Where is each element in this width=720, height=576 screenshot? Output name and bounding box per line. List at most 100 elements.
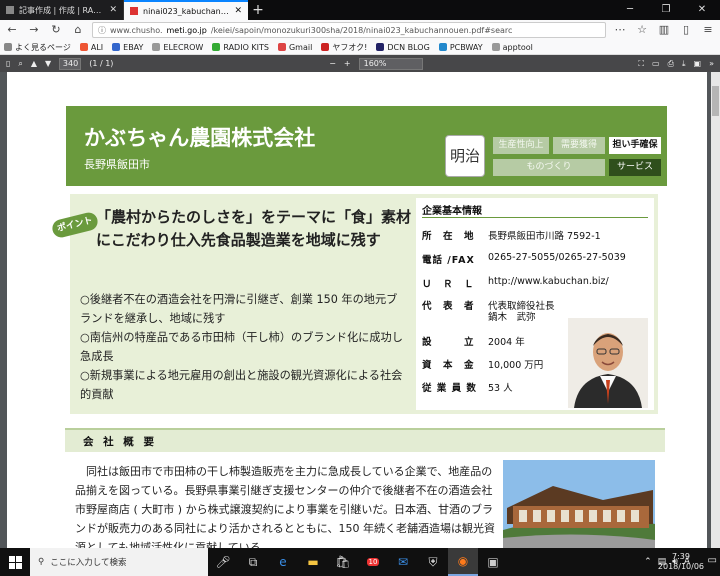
reload-icon[interactable]: ↻ bbox=[48, 22, 64, 38]
bookmark-star-icon[interactable]: ☆ bbox=[634, 22, 650, 38]
clock-date: 2018/10/06 bbox=[657, 562, 704, 571]
open-file-icon[interactable]: ▭ bbox=[652, 59, 660, 68]
meiji-logo: 明治 bbox=[445, 135, 485, 177]
pdf-page: かぶちゃん農園株式会社 長野県飯田市 明治 生産性向上 需要獲得 担い手確保 も… bbox=[7, 72, 707, 548]
task-view-icon[interactable]: ⧉ bbox=[238, 548, 268, 576]
page-number-input[interactable]: 340 bbox=[59, 57, 82, 70]
bookmark-item[interactable]: DCN BLOG bbox=[376, 43, 430, 52]
navigation-bar: ← → ↻ ⌂ ⓘ www.chusho. meti.go.jp/keiei/sa… bbox=[0, 20, 720, 40]
bookmark-icon[interactable]: ▣ bbox=[694, 59, 702, 68]
notification-icon[interactable]: ▭ bbox=[708, 555, 717, 566]
back-icon[interactable]: ← bbox=[4, 22, 20, 38]
page-icon bbox=[6, 6, 14, 14]
show-hidden-icon[interactable]: ⌃ bbox=[644, 557, 652, 567]
taskbar-search-input[interactable]: ⚲ ここに入力して検索 bbox=[30, 548, 208, 576]
zoom-select[interactable]: 160% bbox=[358, 57, 423, 70]
new-tab-button[interactable]: + bbox=[248, 0, 268, 20]
edge-icon[interactable]: e bbox=[268, 548, 298, 576]
company-banner: かぶちゃん農園株式会社 長野県飯田市 明治 生産性向上 需要獲得 担い手確保 も… bbox=[66, 106, 667, 186]
bookmark-item[interactable]: ヤフオク! bbox=[321, 42, 367, 53]
library-icon[interactable]: ▥ bbox=[656, 22, 672, 38]
address-bar[interactable]: ⓘ www.chusho. meti.go.jp/keiei/sapoin/mon… bbox=[92, 22, 606, 38]
radiokits-icon bbox=[212, 43, 221, 51]
page-count: (1 / 1) bbox=[89, 59, 114, 68]
tab-radiokits[interactable]: 記事作成 | 作成 | RADIO KITS ＞ ✕ bbox=[0, 0, 124, 20]
bookmark-item[interactable]: Gmail bbox=[277, 43, 312, 52]
page-icon bbox=[130, 7, 138, 15]
close-icon[interactable]: ✕ bbox=[109, 5, 117, 15]
previous-page-icon[interactable]: ▲ bbox=[31, 59, 37, 68]
home-icon[interactable]: ⌂ bbox=[70, 22, 86, 38]
info-row: 従 業 員 数 53 人 bbox=[422, 383, 513, 394]
menu-dots-icon[interactable]: ⋯ bbox=[612, 22, 628, 38]
hamburger-menu-icon[interactable]: ≡ bbox=[700, 22, 716, 38]
microphone-icon[interactable]: 🎤︎ bbox=[208, 548, 238, 576]
bookmark-item[interactable]: ELECROW bbox=[152, 43, 203, 52]
zoom-out-icon[interactable]: − bbox=[329, 59, 336, 68]
info-title: 企業基本情報 bbox=[422, 206, 482, 217]
building-photo bbox=[503, 460, 655, 548]
pcbway-icon bbox=[438, 43, 447, 51]
tab-bar: 記事作成 | 作成 | RADIO KITS ＞ ✕ ninai023_kabu… bbox=[0, 0, 720, 20]
bookmark-item[interactable]: ALI bbox=[79, 43, 103, 52]
file-explorer-icon[interactable]: ▬ bbox=[298, 548, 328, 576]
divider bbox=[422, 217, 648, 218]
url-path: /keiei/sapoin/monozukuri300sha/2018/nina… bbox=[210, 25, 513, 35]
security-icon[interactable]: ⛨ bbox=[418, 548, 448, 576]
gmail-icon bbox=[277, 43, 286, 51]
windows-icon bbox=[8, 555, 22, 569]
bookmarks-bar: よく見るページ ALI EBAY ELECROW RADIO KITS Gmai… bbox=[0, 40, 720, 55]
bookmark-item[interactable]: RADIO KITS bbox=[212, 43, 269, 52]
taskbar-clock[interactable]: 7:39 2018/10/06 bbox=[658, 552, 704, 572]
mail-icon[interactable]: ✉ bbox=[388, 548, 418, 576]
close-window-icon[interactable]: ✕ bbox=[684, 0, 720, 20]
start-button[interactable] bbox=[0, 548, 30, 576]
store-icon[interactable]: 🛍︎ bbox=[328, 548, 358, 576]
app-icon[interactable]: 10 bbox=[358, 548, 388, 576]
notification-badge: 10 bbox=[366, 558, 380, 566]
representative-photo bbox=[568, 318, 648, 408]
building-illustration bbox=[503, 460, 655, 548]
bullet-item: ○南信州の特産品である市田柿（干し柿）のブランド化に成功し急成長 bbox=[80, 331, 403, 363]
sidebar-toggle-icon[interactable]: ▯ bbox=[6, 59, 10, 68]
url-domain: meti.go.jp bbox=[166, 25, 207, 35]
bookmark-item[interactable]: apptool bbox=[491, 43, 533, 52]
company-name: かぶちゃん農園株式会社 bbox=[84, 126, 316, 150]
forward-icon[interactable]: → bbox=[26, 22, 42, 38]
zoom-in-icon[interactable]: + bbox=[344, 59, 351, 68]
section-title: 会 社 概 要 bbox=[83, 436, 157, 448]
sidebar-icon[interactable]: ▯ bbox=[678, 22, 694, 38]
scrollbar-thumb[interactable] bbox=[712, 86, 719, 116]
vertical-scrollbar[interactable] bbox=[711, 72, 720, 548]
info-icon[interactable]: ⓘ bbox=[98, 25, 106, 36]
tab-title: ninai023_kabuchannouen.pdf bbox=[143, 6, 230, 16]
print-icon[interactable]: ⎙ bbox=[668, 59, 674, 69]
category-service: サービス bbox=[609, 159, 661, 176]
minimize-icon[interactable]: ─ bbox=[612, 0, 648, 20]
next-page-icon[interactable]: ▼ bbox=[45, 59, 51, 68]
download-icon[interactable]: ⤓ bbox=[682, 59, 686, 69]
bookmark-item[interactable]: EBAY bbox=[112, 43, 143, 52]
bookmark-item[interactable]: よく見るページ bbox=[4, 42, 71, 53]
point-badge: ポイント bbox=[50, 210, 100, 240]
gear-icon bbox=[4, 43, 12, 51]
info-row: Ｕ Ｒ Ｌhttp://www.kabuchan.biz/ bbox=[422, 276, 609, 290]
section-header: 会 社 概 要 bbox=[65, 428, 665, 452]
windows-taskbar: ⚲ ここに入力して検索 🎤︎ ⧉ e ▬ 🛍︎ 10 ✉ ⛨ ◉ ▣ ⌃ ▤ 🔊… bbox=[0, 548, 720, 576]
close-icon[interactable]: ✕ bbox=[234, 6, 242, 16]
firefox-icon[interactable]: ◉ bbox=[448, 548, 478, 576]
pdf-toolbar: ▯ ⌕ ▲ ▼ 340 (1 / 1) − + 160% ⛶ ▭ ⎙ ⤓ ▣ » bbox=[0, 55, 720, 72]
bookmark-item[interactable]: PCBWAY bbox=[438, 43, 483, 52]
category-manufacturing: ものづくり bbox=[493, 159, 605, 176]
bullet-item: ○新規事業による地元雇用の創出と施設の観光資源化による社会的貢献 bbox=[80, 369, 403, 401]
maximize-icon[interactable]: ❐ bbox=[648, 0, 684, 20]
app-icon[interactable]: ▣ bbox=[478, 548, 508, 576]
search-placeholder: ここに入力して検索 bbox=[50, 558, 127, 568]
find-icon[interactable]: ⌕ bbox=[18, 59, 22, 69]
category-productivity: 生産性向上 bbox=[493, 137, 549, 154]
tools-icon[interactable]: » bbox=[709, 59, 714, 68]
info-row: 鍋木 武弥 bbox=[488, 312, 536, 323]
category-workforce: 担い手確保 bbox=[609, 137, 661, 154]
presentation-icon[interactable]: ⛶ bbox=[638, 59, 644, 69]
tab-pdf[interactable]: ninai023_kabuchannouen.pdf ✕ bbox=[124, 0, 248, 20]
